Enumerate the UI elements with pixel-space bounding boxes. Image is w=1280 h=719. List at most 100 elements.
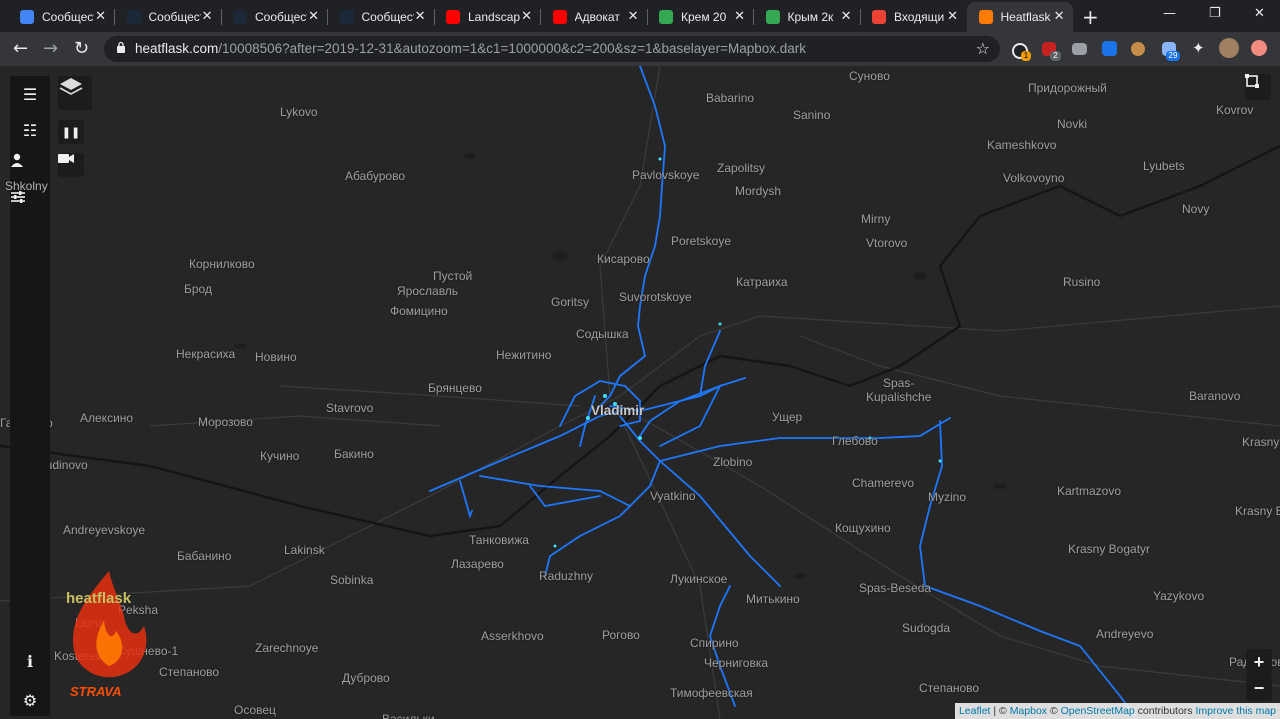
close-tab-icon[interactable]: ✕	[308, 9, 319, 24]
gmail-icon	[872, 10, 886, 24]
forward-icon[interactable]: →	[43, 38, 58, 59]
lock-icon	[117, 41, 125, 53]
map-canvas[interactable]: Суново Babarino Придорожный Kovrov Lykovo San…	[0, 66, 1280, 719]
tab[interactable]: Сообщест ✕	[8, 2, 114, 32]
close-tab-icon[interactable]: ✕	[628, 9, 639, 24]
back-icon[interactable]: ←	[13, 38, 28, 59]
bookmark-star-icon[interactable]: ☆	[976, 39, 990, 58]
list-icon[interactable]: ☷	[10, 116, 50, 144]
sidebar: ☰ ☷ ℹ ⚙	[10, 76, 50, 716]
place-label: Kupalishche	[866, 390, 932, 404]
place-label: Танковижа	[469, 533, 529, 547]
place-label: Степаново	[159, 665, 220, 679]
map-layer	[0, 66, 1280, 719]
place-label: Goritsy	[551, 295, 590, 309]
record-icon[interactable]	[1251, 40, 1267, 56]
tab[interactable]: Heatflask ✕	[966, 2, 1073, 32]
place-label: Suvorotskoye	[619, 290, 692, 304]
tab[interactable]: Landscap ✕	[434, 2, 540, 32]
user-icon[interactable]	[10, 153, 50, 181]
tab[interactable]: Сообщест ✕	[115, 2, 221, 32]
place-label: Lakinsk	[284, 543, 325, 557]
close-tab-icon[interactable]: ✕	[95, 9, 106, 24]
new-tab-button[interactable]: +	[1082, 5, 1099, 29]
place-label: Абабурово	[345, 169, 406, 183]
improve-map-link[interactable]: Improve this map	[1195, 705, 1276, 717]
close-tab-icon[interactable]: ✕	[1054, 9, 1065, 24]
tab-label: Сообщест	[361, 10, 414, 24]
main-city-label: Vladimir	[591, 403, 645, 418]
place-label: Глебово	[832, 434, 878, 448]
place-label: Lyubets	[1143, 159, 1185, 173]
tab-label: Входящи	[894, 10, 945, 24]
place-label: Sanino	[793, 108, 831, 122]
place-label: Брянцево	[428, 381, 482, 395]
osm-link[interactable]: OpenStreetMap	[1061, 705, 1135, 717]
place-label: Ярославль	[397, 284, 459, 298]
place-label: Фомицино	[390, 304, 448, 318]
tab[interactable]: Крым 2к ✕	[754, 2, 860, 32]
tab[interactable]: Крем 20 ✕	[647, 2, 753, 32]
close-tab-icon[interactable]: ✕	[734, 9, 745, 24]
place-label: Zarechnoye	[255, 641, 319, 655]
address-bar[interactable]: heatflask.com/10008506?after=2019-12-31&…	[104, 36, 1000, 62]
avatar[interactable]	[1219, 38, 1239, 58]
close-window-icon[interactable]: ✕	[1254, 6, 1265, 21]
place-label: Myzino	[928, 490, 967, 504]
camera-icon[interactable]	[1072, 43, 1087, 55]
flame-icon	[73, 571, 147, 678]
close-tab-icon[interactable]: ✕	[521, 9, 532, 24]
roads	[0, 66, 1280, 719]
tab[interactable]: Адвокат ✕	[541, 2, 647, 32]
info-icon[interactable]: ℹ	[10, 647, 50, 675]
place-label: Осовец	[234, 703, 276, 717]
place-label: Бабанино	[177, 549, 232, 563]
place-label: Sobinka	[330, 573, 374, 587]
place-label: Кучино	[260, 449, 300, 463]
download-badge: 29	[1166, 51, 1180, 61]
place-label: Mordysh	[735, 184, 782, 198]
tab[interactable]: Сообщест ✕	[328, 2, 434, 32]
zoom-out-button[interactable]: −	[1246, 675, 1272, 701]
heatflask-logo: heatflask STRAVA	[64, 571, 154, 706]
sliders-icon[interactable]	[10, 190, 50, 218]
video-camera-icon[interactable]	[58, 153, 84, 177]
cookie-icon[interactable]	[1131, 42, 1145, 56]
youtube-icon	[552, 10, 567, 24]
place-label: Rusino	[1063, 275, 1101, 289]
reload-icon[interactable]: ↻	[74, 38, 89, 59]
place-label: Лукинское	[670, 572, 728, 586]
translate-icon[interactable]	[1102, 41, 1117, 56]
tab[interactable]: Входящи ✕	[860, 2, 966, 32]
close-tab-icon[interactable]: ✕	[415, 9, 426, 24]
place-label: Stavrovo	[326, 401, 374, 415]
map-attribution: Leaflet | © Mapbox © OpenStreetMap contr…	[954, 703, 1280, 719]
mapbox-link[interactable]: Mapbox	[1010, 705, 1047, 717]
zoom-in-button[interactable]: +	[1246, 649, 1272, 675]
screenshot-icon[interactable]	[1245, 74, 1271, 100]
minimize-icon[interactable]: —	[1163, 6, 1176, 21]
river	[0, 144, 1280, 538]
pause-icon[interactable]: ❚❚	[58, 120, 84, 144]
close-tab-icon[interactable]: ✕	[947, 9, 958, 24]
place-label: Vyatkino	[650, 489, 696, 503]
photos-icon	[659, 10, 673, 24]
place-label: Рогово	[602, 628, 640, 642]
place-label: Novy	[1182, 202, 1210, 216]
hamburger-menu-icon[interactable]: ☰	[10, 80, 50, 108]
puzzle-icon[interactable]: ✦	[1192, 39, 1210, 57]
maximize-icon[interactable]: ❐	[1209, 6, 1221, 21]
settings-gear-icon[interactable]: ⚙	[10, 686, 50, 714]
place-label: Krasny Bor	[1235, 504, 1280, 518]
close-tab-icon[interactable]: ✕	[202, 9, 213, 24]
activity-tracks	[429, 66, 1136, 717]
place-label: Лазарево	[451, 557, 504, 571]
tab[interactable]: Сообщест ✕	[221, 2, 327, 32]
layers-icon[interactable]	[58, 76, 92, 110]
place-label: Пустой	[433, 269, 473, 283]
close-tab-icon[interactable]: ✕	[841, 9, 852, 24]
place-label: Andreyevskoye	[63, 523, 146, 537]
place-label: Тимофеевская	[670, 686, 753, 700]
place-label: Содышка	[576, 327, 629, 341]
leaflet-link[interactable]: Leaflet	[959, 705, 991, 717]
